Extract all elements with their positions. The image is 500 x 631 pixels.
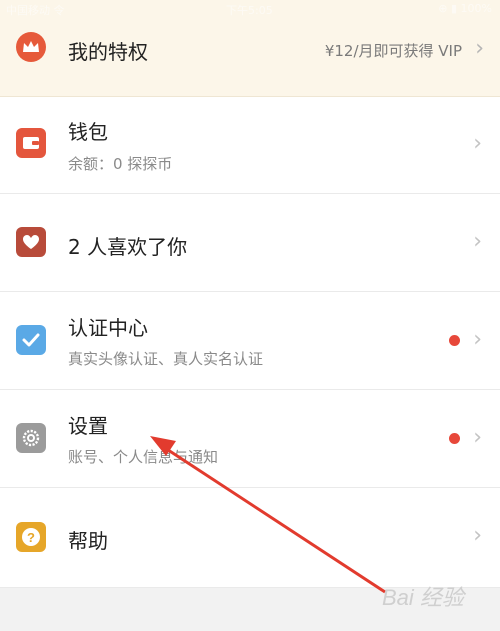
annotation-arrow [150, 436, 386, 594]
watermark-text: Bai 经验 [382, 585, 464, 610]
